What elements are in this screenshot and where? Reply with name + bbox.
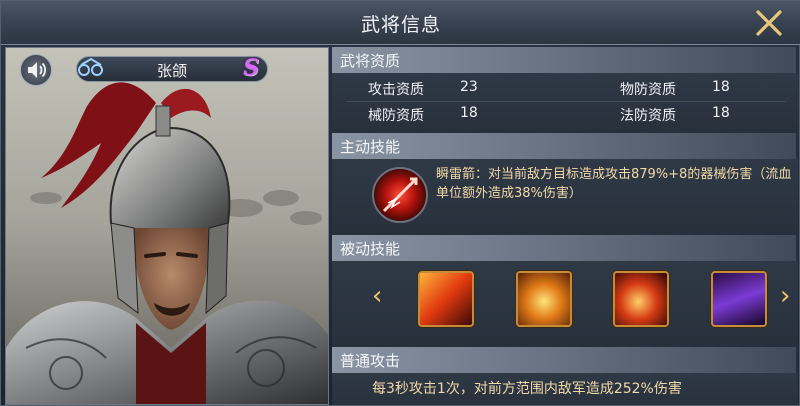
physical-defense-label: 物防资质 xyxy=(620,82,676,98)
title-bar: 武将信息 xyxy=(1,1,800,45)
magic-defense-value: 18 xyxy=(712,105,730,121)
normal-attack-header: 普通攻击 xyxy=(332,347,796,373)
magic-defense-label: 法防资质 xyxy=(620,108,676,124)
sound-toggle-button[interactable] xyxy=(20,54,52,86)
passive-skill-1-icon[interactable] xyxy=(418,271,474,327)
hero-name-bar: 张颌 S xyxy=(76,55,268,82)
physical-defense-value: 18 xyxy=(712,79,730,95)
passive-skill-3-icon[interactable] xyxy=(613,271,669,327)
speaker-icon xyxy=(28,62,47,78)
attack-aptitude-value: 23 xyxy=(460,79,478,95)
active-skill-description: 瞬雷箭：对当前敌方目标造成攻击879%+8的器械伤害（流血单位额外造成38%伤害… xyxy=(436,167,792,201)
hero-name: 张颌 xyxy=(156,62,187,80)
mech-defense-label: 械防资质 xyxy=(368,108,424,124)
active-skill-section: 瞬雷箭：对当前敌方目标造成攻击879%+8的器械伤害（流血单位额外造成38%伤害… xyxy=(332,159,798,231)
hero-portrait-illustration xyxy=(6,48,328,404)
normal-attack-header-label: 普通攻击 xyxy=(340,352,401,370)
active-skill-icon[interactable] xyxy=(372,167,428,223)
hero-info-window: 武将信息 张颌 S 武将资质 攻击资质 23 物防资质 18 械防资质 18 法… xyxy=(0,0,800,406)
normal-attack-section: 每3秒攻击1次，对前方范围内敌军造成252%伤害 xyxy=(332,373,798,405)
divider xyxy=(346,101,786,102)
attributes-header: 武将资质 xyxy=(332,47,796,73)
active-skill-header-label: 主动技能 xyxy=(340,138,401,156)
normal-attack-description: 每3秒攻击1次，对前方范围内敌军造成252%伤害 xyxy=(372,381,682,397)
passive-prev-arrow[interactable]: ‹ xyxy=(372,281,382,311)
info-panel: 武将资质 攻击资质 23 物防资质 18 械防资质 18 法防资质 18 主动技… xyxy=(332,47,798,405)
passive-next-arrow[interactable]: › xyxy=(780,281,790,311)
passive-skill-header-label: 被动技能 xyxy=(340,240,401,258)
mech-defense-value: 18 xyxy=(460,105,478,121)
lightning-arrow-icon xyxy=(382,177,418,213)
close-icon xyxy=(756,10,782,36)
passive-skill-section: ‹ › xyxy=(332,261,798,343)
close-button[interactable] xyxy=(753,7,785,39)
passive-skill-header: 被动技能 xyxy=(332,235,796,261)
passive-skill-4-icon[interactable] xyxy=(711,271,767,327)
attack-aptitude-label: 攻击资质 xyxy=(368,82,424,98)
hero-portrait: 张颌 S xyxy=(5,47,329,405)
passive-skill-2-icon[interactable] xyxy=(516,271,572,327)
window-title: 武将信息 xyxy=(360,14,441,36)
rank-badge: S xyxy=(243,55,259,81)
active-skill-header: 主动技能 xyxy=(332,133,796,159)
attributes-header-label: 武将资质 xyxy=(340,52,401,70)
attributes-section: 攻击资质 23 物防资质 18 械防资质 18 法防资质 18 xyxy=(332,73,798,129)
